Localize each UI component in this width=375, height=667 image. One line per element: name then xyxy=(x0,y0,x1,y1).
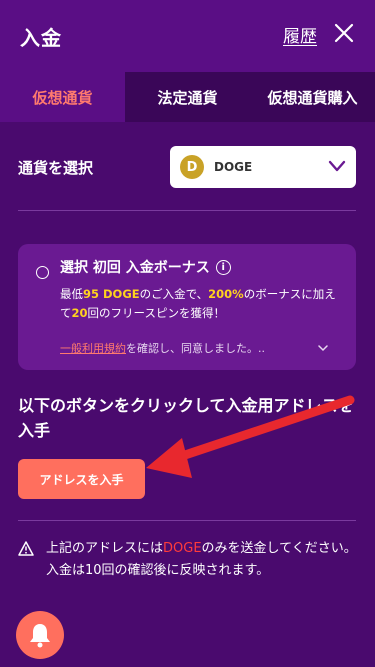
currency-select-row: 通貨を選択 D DOGE xyxy=(18,146,356,188)
close-icon[interactable] xyxy=(333,22,355,44)
bonus-description: 最低95 DOGEのご入金で、200%のボーナスに加えて20回のフリースピンを獲… xyxy=(60,285,344,323)
notice-text-part: 上記のアドレスには xyxy=(46,541,164,556)
bonus-min-amount: 95 DOGE xyxy=(83,287,140,301)
chevron-down-icon xyxy=(328,160,346,172)
currency-type-tabs: 仮想通貨 法定通貨 仮想通貨購入 xyxy=(0,72,375,122)
notice-text: 上記のアドレスにはDOGEのみを送金してください。入金は10回の確認後に反映され… xyxy=(18,538,358,582)
annotation-arrow xyxy=(146,395,355,478)
bonus-desc-text: 回のフリースピンを獲得！ xyxy=(87,306,225,320)
get-address-button[interactable]: アドレスを入手 xyxy=(18,459,145,499)
terms-link[interactable]: 一般利用規約 xyxy=(60,342,126,355)
header: 入金 履歴 xyxy=(0,0,375,72)
tab-buy-crypto[interactable]: 仮想通貨購入 xyxy=(250,72,375,122)
bonus-spins: 20 xyxy=(71,306,88,320)
bonus-percent: 200% xyxy=(208,287,244,301)
doge-coin-icon: D xyxy=(180,155,204,179)
bonus-title: 選択 初回 入金ボーナス i xyxy=(60,257,231,277)
page-title: 入金 xyxy=(20,25,62,50)
bonus-radio[interactable] xyxy=(36,266,49,279)
divider xyxy=(18,520,356,521)
history-link[interactable]: 履歴 xyxy=(283,22,317,47)
terms-text: を確認し、同意しました。.. xyxy=(126,342,265,355)
info-icon[interactable]: i xyxy=(215,259,231,275)
tab-crypto[interactable]: 仮想通貨 xyxy=(0,72,125,122)
notice-currency: DOGE xyxy=(163,541,202,556)
tab-fiat[interactable]: 法定通貨 xyxy=(125,72,250,122)
bonus-title-text: 選択 初回 入金ボーナス xyxy=(60,260,210,276)
warning-icon xyxy=(18,541,34,556)
bonus-desc-text: のご入金で、 xyxy=(139,287,209,301)
bell-icon xyxy=(30,624,50,648)
chevron-down-icon[interactable] xyxy=(318,344,328,352)
deposit-bonus-card[interactable]: 選択 初回 入金ボーナス i 最低95 DOGEのご入金で、200%のボーナスに… xyxy=(18,244,356,370)
terms-agreement: 一般利用規約を確認し、同意しました。.. xyxy=(60,340,320,356)
bonus-desc-text: 最低 xyxy=(60,287,83,301)
selected-currency: DOGE xyxy=(214,160,253,174)
deposit-notice: 上記のアドレスにはDOGEのみを送金してください。入金は10回の確認後に反映され… xyxy=(18,538,358,582)
currency-dropdown[interactable]: D DOGE xyxy=(170,146,356,188)
currency-select-label: 通貨を選択 xyxy=(18,158,94,177)
divider xyxy=(18,210,356,211)
notification-button[interactable] xyxy=(16,611,64,659)
